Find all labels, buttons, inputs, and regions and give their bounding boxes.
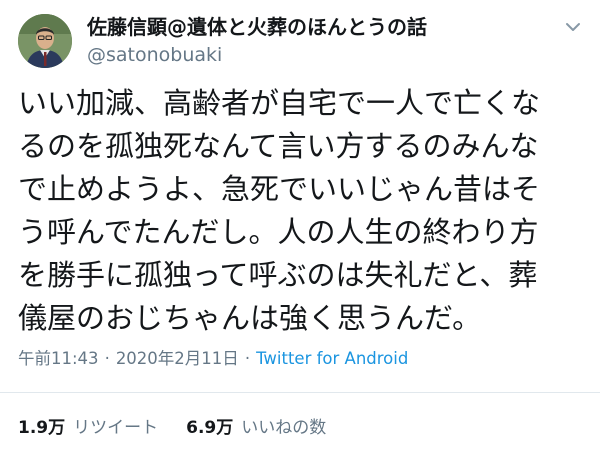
retweet-label: リツイート xyxy=(73,418,159,438)
tweet-header: 佐藤信顕@遺体と火葬のほんとうの話 @satonobuaki xyxy=(18,12,588,70)
tweet-text-line: いい加減、高齢者が自宅で一人で亡くな xyxy=(18,86,541,120)
author-display-name[interactable]: 佐藤信顕@遺体と火葬のほんとうの話 xyxy=(87,14,427,40)
retweet-stat[interactable]: 1.9万 リツイート xyxy=(18,418,158,438)
tweet-time[interactable]: 午前11:43 xyxy=(18,349,99,368)
author-handle[interactable]: @satonobuaki xyxy=(87,42,427,68)
avatar[interactable] xyxy=(18,14,72,68)
like-label: いいねの数 xyxy=(241,418,327,438)
tweet-text-line: るのを孤独死なんて言い方するのみんな xyxy=(18,129,539,163)
author-names: 佐藤信顕@遺体と火葬のほんとうの話 @satonobuaki xyxy=(87,14,427,68)
tweet-meta: 午前11:43 · 2020年2月11日 · Twitter for Android xyxy=(18,345,408,369)
tweet-date[interactable]: 2020年2月11日 xyxy=(116,349,239,368)
avatar-image xyxy=(18,14,72,68)
tweet-card: 佐藤信顕@遺体と火葬のほんとうの話 @satonobuaki いい加減、高齢者が… xyxy=(0,0,600,451)
like-stat[interactable]: 6.9万 いいねの数 xyxy=(186,418,326,438)
divider xyxy=(0,392,600,393)
tweet-text-line: 儀屋のおじちゃんは強く思うんだ。 xyxy=(18,301,482,335)
retweet-count: 1.9万 xyxy=(18,418,66,438)
like-count: 6.9万 xyxy=(186,418,234,438)
tweet-text: いい加減、高齢者が自宅で一人で亡くな るのを孤独死なんて言い方するのみんな で止… xyxy=(18,82,583,340)
meta-separator: · xyxy=(244,349,251,368)
chevron-down-icon[interactable] xyxy=(564,18,582,36)
tweet-source-link[interactable]: Twitter for Android xyxy=(256,349,408,368)
tweet-text-line: を勝手に孤独って呼ぶのは失礼だと、葬 xyxy=(18,258,538,292)
tweet-stats: 1.9万 リツイート 6.9万 いいねの数 xyxy=(18,413,326,438)
tweet-text-line: で止めようよ、急死でいいじゃん昔はそ xyxy=(18,172,541,206)
tweet-text-line: う呼んでたんだし。人の人生の終わり方 xyxy=(18,215,539,249)
meta-separator: · xyxy=(104,349,110,368)
